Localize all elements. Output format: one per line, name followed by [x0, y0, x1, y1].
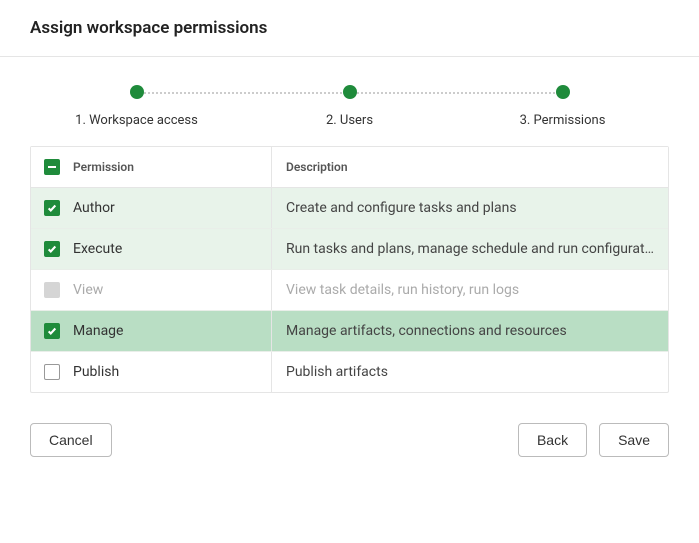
dialog-header: Assign workspace permissions — [0, 0, 699, 57]
table-row[interactable]: Execute Run tasks and plans, manage sched… — [31, 228, 668, 269]
stepper: 1. Workspace access 2. Users 3. Permissi… — [0, 57, 699, 146]
checkbox-cell — [31, 352, 73, 392]
check-icon — [47, 203, 57, 213]
step-circle-icon — [556, 85, 570, 99]
permission-name: View — [73, 270, 271, 310]
table-header-row: Permission Description — [31, 147, 668, 188]
save-button[interactable]: Save — [599, 423, 669, 457]
dialog-title: Assign workspace permissions — [30, 18, 669, 38]
cancel-button[interactable]: Cancel — [30, 423, 112, 457]
permissions-table: Permission Description Author Create and … — [30, 146, 669, 393]
checkbox-cell — [31, 229, 73, 269]
permission-description: View task details, run history, run logs — [286, 282, 654, 298]
header-description: Description — [271, 147, 668, 187]
header-permission: Permission — [73, 147, 271, 187]
step-label: 2. Users — [326, 113, 373, 128]
permission-name: Execute — [73, 229, 271, 269]
table-row[interactable]: Manage Manage artifacts, connections and … — [31, 310, 668, 351]
check-icon — [47, 326, 57, 336]
row-checkbox[interactable] — [44, 200, 60, 216]
row-checkbox[interactable] — [44, 323, 60, 339]
table-row[interactable]: Publish Publish artifacts — [31, 351, 668, 392]
permission-description: Run tasks and plans, manage schedule and… — [286, 241, 654, 257]
checkbox-cell — [31, 270, 73, 310]
back-button[interactable]: Back — [518, 423, 587, 457]
permission-description: Manage artifacts, connections and resour… — [286, 323, 654, 339]
table-row[interactable]: Author Create and configure tasks and pla… — [31, 188, 668, 228]
row-checkbox[interactable] — [44, 241, 60, 257]
permission-description-cell: Manage artifacts, connections and resour… — [271, 311, 668, 351]
permission-description-cell: Create and configure tasks and plans — [271, 188, 668, 228]
dialog-footer: Cancel Back Save — [0, 393, 699, 477]
table-body: Author Create and configure tasks and pla… — [31, 188, 668, 392]
step-label: 3. Permissions — [520, 113, 606, 128]
permission-name: Author — [73, 188, 271, 228]
step-workspace-access[interactable]: 1. Workspace access — [30, 85, 243, 128]
check-icon — [47, 244, 57, 254]
row-checkbox — [44, 282, 60, 298]
permission-description-cell: Publish artifacts — [271, 352, 668, 392]
select-all-cell — [31, 147, 73, 187]
row-checkbox[interactable] — [44, 364, 60, 380]
step-circle-icon — [130, 85, 144, 99]
permission-description-cell: View task details, run history, run logs — [271, 270, 668, 310]
checkbox-cell — [31, 188, 73, 228]
permission-description: Publish artifacts — [286, 364, 654, 380]
table-row: View View task details, run history, run … — [31, 269, 668, 310]
step-label: 1. Workspace access — [75, 113, 198, 128]
permission-name: Publish — [73, 352, 271, 392]
permission-description-cell: Run tasks and plans, manage schedule and… — [271, 229, 668, 269]
permission-description: Create and configure tasks and plans — [286, 200, 654, 216]
select-all-checkbox[interactable] — [44, 159, 60, 175]
checkbox-cell — [31, 311, 73, 351]
step-circle-icon — [343, 85, 357, 99]
permission-name: Manage — [73, 311, 271, 351]
step-connector — [137, 92, 350, 94]
step-connector — [350, 92, 563, 94]
